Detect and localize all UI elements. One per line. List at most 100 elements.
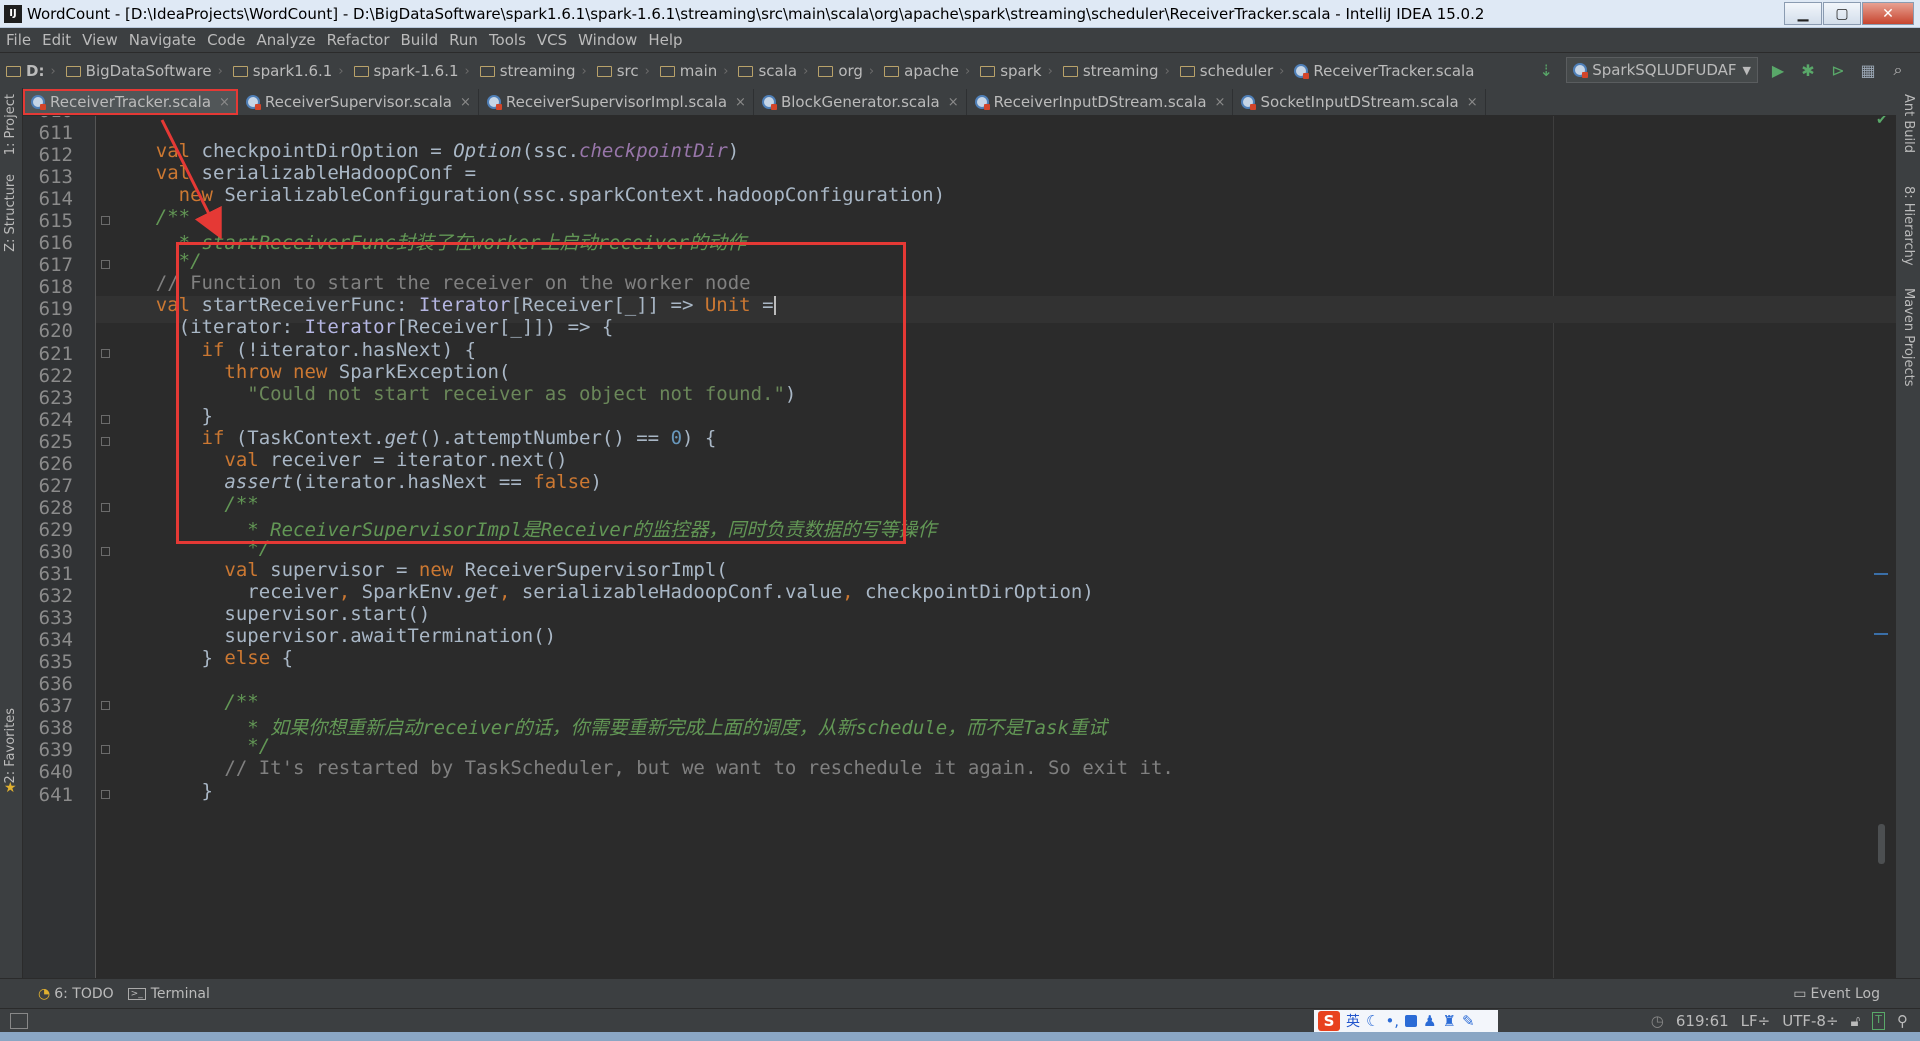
file-encoding[interactable]: UTF-8÷ — [1782, 1012, 1838, 1030]
fold-marker-icon[interactable] — [101, 260, 110, 270]
hector-icon[interactable]: ◷ — [1651, 1012, 1664, 1030]
breadcrumb-item[interactable]: scala › — [732, 62, 812, 80]
breadcrumb-item[interactable]: streaming › — [474, 62, 591, 80]
fold-marker-icon[interactable] — [101, 348, 110, 358]
code-line[interactable]: receiver, SparkEnv.get, serializableHado… — [110, 581, 1094, 603]
lock-icon[interactable]: 🔓︎ — [1851, 1012, 1861, 1030]
code-line[interactable]: /** — [110, 691, 258, 713]
punctuation-icon[interactable]: •, — [1385, 1012, 1399, 1030]
ant-build-tool-tab[interactable]: Ant Build — [1901, 94, 1916, 153]
run-configuration-select[interactable]: SparkSQLUDFUDAF ▼ — [1566, 57, 1758, 83]
editor-tab[interactable]: ReceiverSupervisorImpl.scala × — [479, 89, 754, 115]
menu-navigate[interactable]: Navigate — [123, 31, 201, 49]
breadcrumb-item[interactable]: streaming › — [1057, 62, 1174, 80]
menu-build[interactable]: Build — [395, 31, 444, 49]
close-button[interactable]: ✕ — [1862, 2, 1914, 25]
breadcrumb-item[interactable]: spark › — [974, 62, 1057, 80]
breadcrumb-item[interactable]: D: › — [0, 62, 60, 80]
close-tab-icon[interactable]: × — [219, 95, 230, 110]
editor-tab[interactable]: SocketInputDStream.scala × — [1233, 89, 1486, 115]
shirt-icon[interactable]: ♜ — [1443, 1012, 1456, 1030]
editor-tab[interactable]: ReceiverTracker.scala × — [23, 89, 238, 115]
line-separator[interactable]: LF÷ — [1741, 1012, 1771, 1030]
code-line[interactable]: val supervisor = new ReceiverSupervisorI… — [110, 559, 727, 581]
project-tool-tab[interactable]: 1: Project — [3, 94, 18, 155]
breadcrumb-item[interactable]: main › — [654, 62, 733, 80]
maximize-button[interactable]: ▢ — [1823, 2, 1861, 25]
code-line[interactable]: val checkpointDirOption = Option(ssc.che… — [110, 140, 739, 162]
hierarchy-tool-tab[interactable]: 8: Hierarchy — [1901, 186, 1916, 266]
project-structure-icon[interactable]: ▦ — [1858, 60, 1878, 80]
make-project-icon[interactable]: ⇣ — [1536, 60, 1556, 80]
fold-marker-icon[interactable] — [101, 414, 110, 424]
breadcrumb-item[interactable]: src › — [591, 62, 654, 80]
fold-marker-icon[interactable] — [101, 701, 110, 711]
fold-marker-icon[interactable] — [101, 546, 110, 556]
caret-position[interactable]: 619:61 — [1676, 1012, 1729, 1030]
code-line[interactable]: val serializableHadoopConf = — [110, 162, 476, 184]
code-line[interactable]: supervisor.awaitTermination() — [110, 625, 556, 647]
maven-projects-tool-tab[interactable]: Maven Projects — [1901, 288, 1916, 387]
menu-tools[interactable]: Tools — [483, 31, 531, 49]
editor-tab[interactable]: BlockGenerator.scala × — [754, 89, 967, 115]
breadcrumb-item[interactable]: org › — [812, 62, 878, 80]
fold-marker-icon[interactable] — [101, 745, 110, 755]
breadcrumb-item[interactable]: spark1.6.1 › — [227, 62, 348, 80]
search-icon[interactable]: ⌕ — [1888, 60, 1908, 80]
breadcrumb-item[interactable]: BigDataSoftware › — [60, 62, 227, 80]
code-line[interactable]: /** — [110, 206, 190, 228]
menu-window[interactable]: Window — [572, 31, 642, 49]
menu-edit[interactable]: Edit — [36, 31, 76, 49]
minimize-button[interactable]: ▁ — [1784, 2, 1822, 25]
tool-windows-toggle-icon[interactable] — [10, 1013, 28, 1029]
code-line[interactable]: */ — [110, 735, 270, 757]
code-line[interactable]: } else { — [110, 647, 294, 669]
menu-view[interactable]: View — [76, 31, 123, 49]
fold-marker-icon[interactable] — [101, 789, 110, 799]
close-tab-icon[interactable]: × — [460, 95, 471, 110]
menu-analyze[interactable]: Analyze — [250, 31, 320, 49]
close-tab-icon[interactable]: × — [948, 95, 959, 110]
favorites-tool-tab[interactable]: 2: Favorites — [3, 708, 18, 784]
user-icon[interactable]: ♟ — [1423, 1012, 1436, 1030]
debug-icon[interactable]: ✱ — [1798, 60, 1818, 80]
menu-run[interactable]: Run — [443, 31, 483, 49]
sogou-ime-icon[interactable]: S — [1318, 1011, 1340, 1031]
breadcrumb-item[interactable]: ReceiverTracker.scala — [1288, 62, 1478, 80]
breadcrumb-item[interactable]: apache › — [878, 62, 974, 80]
ime-language[interactable]: 英 — [1346, 1011, 1360, 1031]
close-tab-icon[interactable]: × — [735, 95, 746, 110]
close-tab-icon[interactable]: × — [1467, 95, 1478, 110]
code-line[interactable]: } — [110, 780, 213, 802]
keyboard-icon[interactable] — [1405, 1015, 1418, 1027]
inspection-icon[interactable]: T — [1872, 1012, 1885, 1030]
fold-marker-icon[interactable] — [101, 502, 110, 512]
structure-tool-tab[interactable]: Z: Structure — [3, 174, 18, 252]
moon-icon[interactable]: ☾ — [1366, 1012, 1379, 1030]
menu-code[interactable]: Code — [201, 31, 250, 49]
line-number: 641 — [38, 783, 73, 806]
event-log-tool-tab[interactable]: ▭ Event Log — [1793, 986, 1880, 1002]
code-line[interactable]: new SerializableConfiguration(ssc.sparkC… — [110, 184, 945, 206]
run-icon[interactable]: ▶ — [1768, 60, 1788, 80]
wrench-icon[interactable]: ✎ — [1462, 1012, 1475, 1030]
scroll-thumb[interactable] — [1878, 824, 1885, 864]
editor-scrollbar[interactable]: ✔ — [1874, 116, 1888, 978]
code-line[interactable]: // It's restarted by TaskScheduler, but … — [110, 757, 1173, 779]
memory-indicator-icon[interactable]: ⚲ — [1897, 1012, 1908, 1030]
breadcrumb-item[interactable]: spark-1.6.1 › — [348, 62, 474, 80]
close-tab-icon[interactable]: × — [1215, 95, 1226, 110]
terminal-tool-tab[interactable]: >_ Terminal — [127, 986, 210, 1002]
code-line[interactable]: supervisor.start() — [110, 603, 430, 625]
editor-tab[interactable]: ReceiverInputDStream.scala × — [967, 89, 1234, 115]
menu-vcs[interactable]: VCS — [531, 31, 572, 49]
menu-help[interactable]: Help — [642, 31, 687, 49]
editor-tab[interactable]: ReceiverSupervisor.scala × — [238, 89, 479, 115]
fold-marker-icon[interactable] — [101, 436, 110, 446]
coverage-icon[interactable]: ⊳ — [1828, 60, 1848, 80]
todo-tool-tab[interactable]: ◔ 6: TODO — [38, 986, 114, 1002]
fold-marker-icon[interactable] — [101, 216, 110, 226]
breadcrumb-item[interactable]: scheduler › — [1174, 62, 1289, 80]
menu-file[interactable]: File — [0, 31, 36, 49]
menu-refactor[interactable]: Refactor — [321, 31, 395, 49]
